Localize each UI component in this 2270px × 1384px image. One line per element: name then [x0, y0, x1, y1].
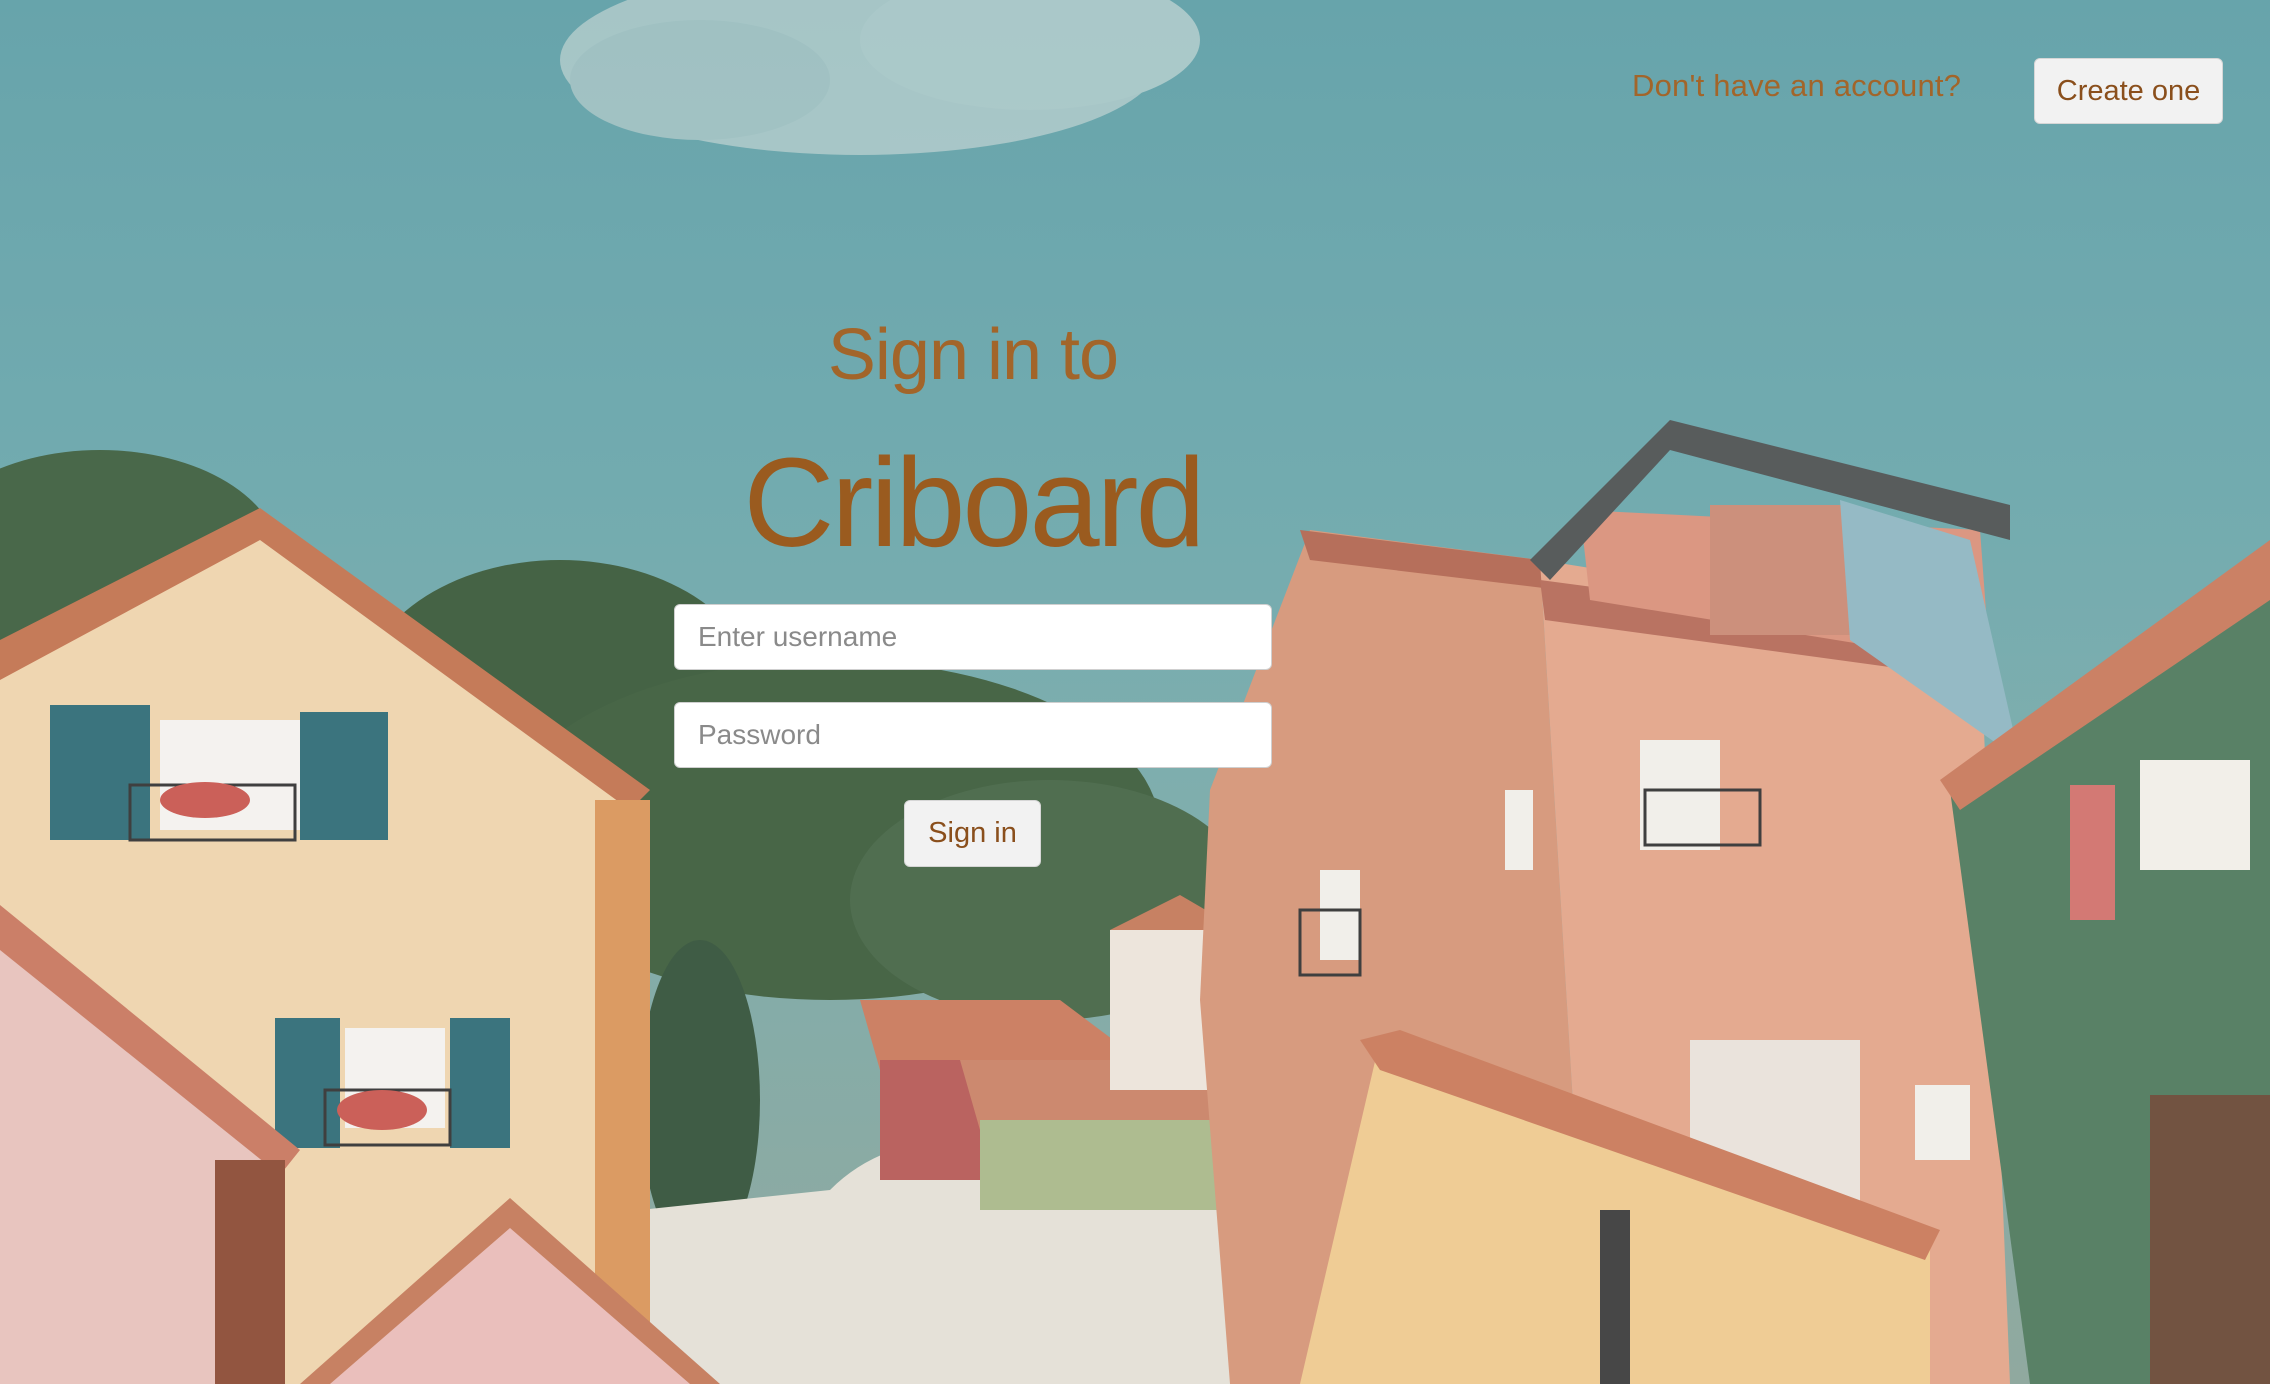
create-account-button[interactable]: Create one — [2034, 58, 2223, 124]
login-page: Don't have an account? Create one Sign i… — [0, 0, 2270, 1384]
brand-title: Criboard — [743, 432, 1205, 573]
sign-in-button[interactable]: Sign in — [904, 800, 1041, 867]
signin-heading: Sign in to — [827, 315, 1119, 395]
password-input[interactable] — [674, 702, 1272, 768]
username-input[interactable] — [674, 604, 1272, 670]
no-account-prompt: Don't have an account? — [1632, 68, 1962, 103]
background-photo-village — [0, 0, 2270, 1384]
